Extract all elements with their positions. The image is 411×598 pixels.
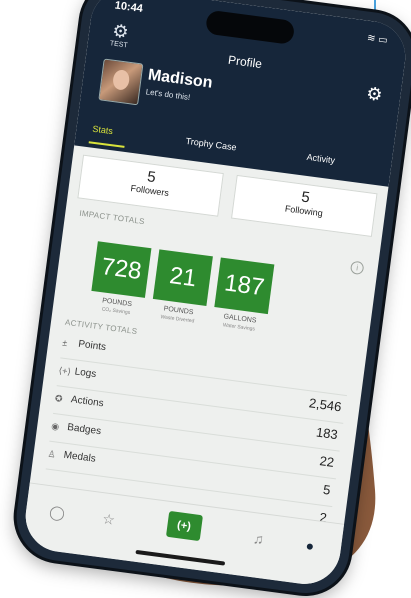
activity-value: 22 (318, 453, 336, 470)
impact-totals-heading: IMPACT TOTALS (78, 208, 146, 227)
wifi-icon: ≋ (366, 32, 377, 45)
activity-label: Medals (62, 449, 97, 465)
star-shield-icon[interactable]: ☆ (94, 504, 123, 533)
activity-value: 5 (322, 481, 332, 498)
activity-label: Logs (73, 366, 97, 381)
tab-activity[interactable]: Activity (306, 152, 336, 166)
impact-co2-value: 728 (91, 241, 152, 298)
phone-screen: 10:44 ≋ ▭ ⚙ TEST Profile ⚙ Madison Let's… (21, 0, 410, 589)
bell-icon[interactable]: ♫ (244, 524, 273, 553)
activity-label: Points (77, 338, 107, 354)
profile-tagline: Let's do this! (145, 87, 191, 103)
plus-minus-icon: ± (61, 337, 68, 349)
phone-device: 10:44 ≋ ▭ ⚙ TEST Profile ⚙ Madison Let's… (11, 0, 411, 598)
status-icons: ≋ ▭ (366, 33, 388, 47)
active-tab-indicator (88, 141, 125, 148)
home-indicator (134, 549, 225, 566)
impact-waste-value: 21 (152, 249, 213, 306)
impact-water-value: 187 (214, 257, 275, 315)
status-time: 10:44 (114, 0, 144, 16)
log-icon: ⟨+⟩ (58, 365, 72, 377)
info-icon[interactable]: i (349, 260, 365, 276)
tab-stats[interactable]: Stats (92, 124, 114, 137)
activity-value: 183 (315, 424, 339, 443)
settings-gear-icon[interactable]: ⚙ (365, 83, 384, 106)
tab-trophy-case[interactable]: Trophy Case (185, 136, 237, 153)
action-icon: ✪ (54, 393, 64, 404)
followers-card[interactable]: 5 Followers (77, 154, 224, 217)
battery-icon: ▭ (377, 34, 389, 47)
following-card[interactable]: 5 Following (231, 174, 378, 237)
avatar[interactable] (98, 58, 144, 106)
stats-content: 5 Followers 5 Following IMPACT TOTALS i … (30, 145, 389, 525)
badge-icon: ◉ (50, 420, 60, 432)
chat-icon[interactable]: ◯ (43, 498, 72, 527)
medal-icon: ♙ (47, 448, 57, 460)
activity-label: Badges (66, 421, 102, 438)
phone-frame: 10:44 ≋ ▭ ⚙ TEST Profile ⚙ Madison Let's… (11, 0, 411, 598)
profile-icon[interactable]: ● (295, 531, 324, 560)
activity-value: 2,546 (308, 395, 343, 415)
log-action-button[interactable]: (+) (165, 510, 203, 542)
avatar-face (111, 68, 131, 91)
activity-label: Actions (70, 394, 105, 410)
